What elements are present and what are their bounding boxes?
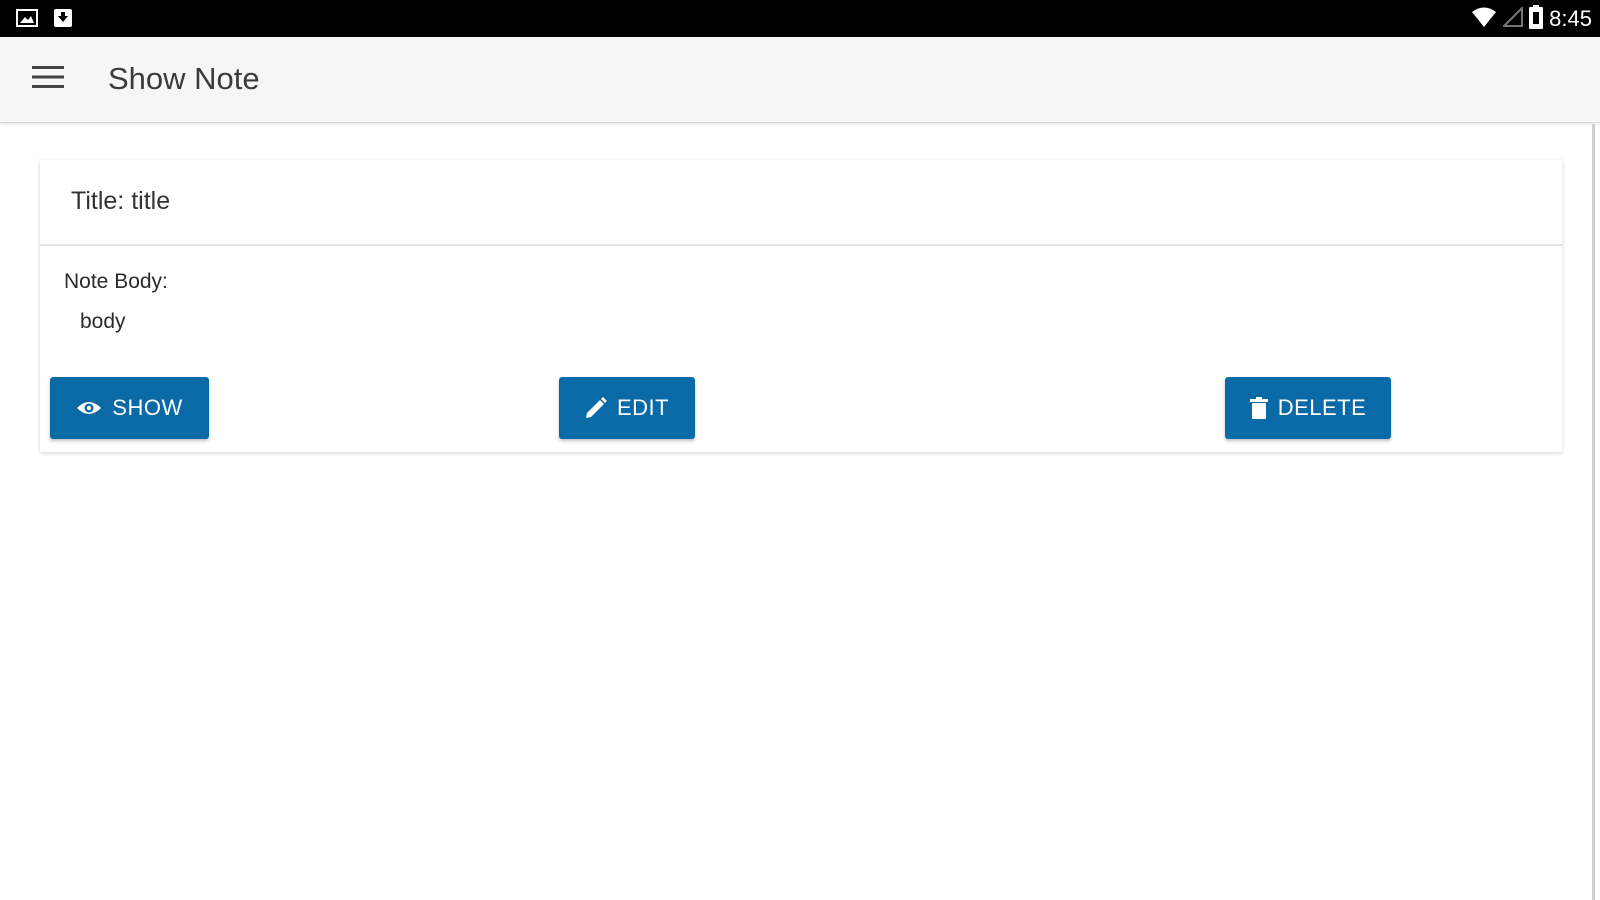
hamburger-menu-icon [32,65,64,94]
app-bar: Show Note [0,37,1600,123]
trash-icon [1249,397,1268,419]
status-bar: 8:45 [0,0,1600,37]
show-button[interactable]: SHOW [50,377,209,439]
note-card: Title: title Note Body: body SHOW EDIT D… [40,160,1562,452]
pencil-icon [585,397,607,419]
menu-button[interactable] [26,59,70,99]
system-status-icons: 8:45 [1471,4,1592,34]
note-body-value: body [80,310,126,333]
delete-button-label: DELETE [1277,395,1367,420]
download-notification-icon [54,9,72,32]
status-time: 8:45 [1549,6,1592,31]
note-body-label: Note Body: [64,270,168,293]
signal-icon [1501,5,1524,32]
edit-button[interactable]: EDIT [559,377,695,439]
show-button-label: SHOW [112,395,183,420]
wifi-icon [1471,6,1497,33]
note-card-header: Title: title [40,160,1562,246]
page-title: Show Note [108,61,260,96]
delete-button[interactable]: DELETE [1225,377,1391,439]
scrollbar[interactable] [1592,124,1595,900]
note-title: Title: title [71,187,171,215]
eye-icon [76,399,102,417]
image-notification-icon [16,9,38,32]
notification-icons [16,9,72,32]
battery-icon [1529,4,1544,34]
edit-button-label: EDIT [616,395,670,420]
